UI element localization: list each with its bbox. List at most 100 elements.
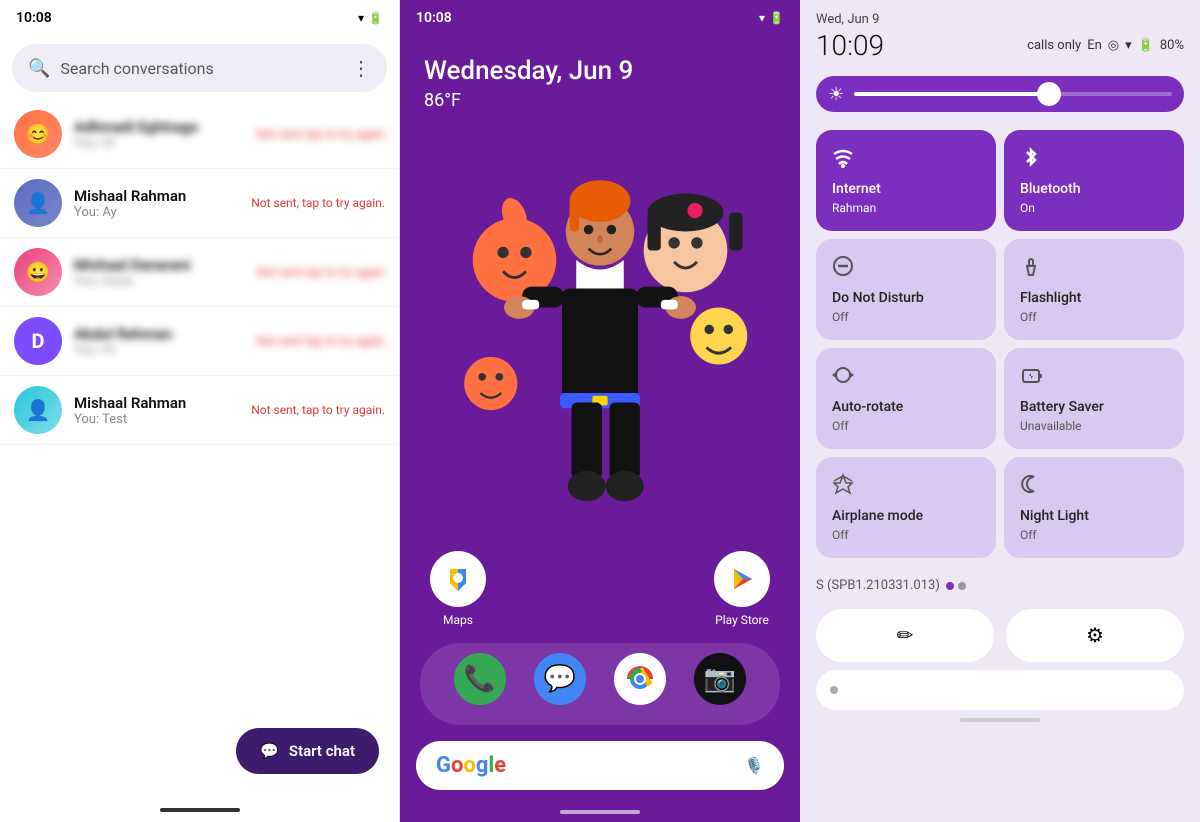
qs-tile-dnd[interactable]: Do Not Disturb Off <box>816 239 996 340</box>
chrome-icon-wrap[interactable] <box>614 653 666 705</box>
qs-calls-only: calls only <box>1027 38 1081 53</box>
home-date-widget: Wednesday, Jun 9 86°F <box>400 36 800 121</box>
conv-preview: You: Hi <box>74 343 245 358</box>
qs-page-dots <box>946 582 966 590</box>
tile-autorotate-name: Auto-rotate <box>832 399 980 415</box>
camera-icon: 📷 <box>704 664 736 694</box>
home-status-bar: 10:08 ▾ 🔋 <box>400 0 800 36</box>
qs-settings-button[interactable]: ⚙ <box>1006 609 1184 662</box>
google-mic-icon: 🎙️ <box>744 756 764 775</box>
conv-content: Adhmadi Eghtrago You: Hi <box>74 118 245 151</box>
list-item[interactable]: 👤 Mishaal Rahman You: Ay Not sent, tap t… <box>0 169 399 238</box>
tile-autorotate-status: Off <box>832 419 980 433</box>
qs-tile-autorotate[interactable]: Auto-rotate Off <box>816 348 996 449</box>
phone-icon-wrap[interactable]: 📞 <box>454 653 506 705</box>
conv-content: Abdul Rehman You: Hi <box>74 325 245 358</box>
messages-icon: 💬 <box>544 664 576 694</box>
conv-content: Mishaal Rahman You: Test <box>74 394 239 427</box>
qs-edit-button[interactable]: ✏ <box>816 609 994 662</box>
qs-date: Wed, Jun 9 <box>816 12 1184 27</box>
qs-time: 10:09 <box>816 29 884 62</box>
google-search-bar[interactable]: Google 🎙️ <box>416 741 784 790</box>
tile-bluetooth-name: Bluetooth <box>1020 181 1168 197</box>
google-logo: Google <box>436 753 506 778</box>
list-item[interactable]: 😀 Mishaal Danarani You: Done Not sent ta… <box>0 238 399 307</box>
qs-tile-nightlight[interactable]: Night Light Off <box>1004 457 1184 558</box>
search-placeholder-text: Search conversations <box>60 59 341 78</box>
more-options-icon[interactable]: ⋮ <box>351 56 371 80</box>
qs-wifi-icon: ▾ <box>1125 38 1132 53</box>
playstore-icon-wrap[interactable]: Play Store <box>714 551 770 627</box>
brightness-track <box>854 92 1172 96</box>
avatar: 😊 <box>14 110 62 158</box>
search-bar[interactable]: 🔍 Search conversations ⋮ <box>12 44 387 92</box>
qs-build-text: S (SPB1.210331.013) <box>816 578 940 593</box>
home-bottom-dock: 📞 💬 📷 <box>420 643 780 725</box>
nightlight-icon <box>1020 473 1168 500</box>
edit-icon: ✏ <box>897 623 914 648</box>
battery-icon: 🔋 <box>368 11 383 25</box>
home-top-dock: Maps Play Store <box>400 551 800 627</box>
maps-icon <box>430 551 486 607</box>
qs-dot-2 <box>958 582 966 590</box>
home-indicator <box>560 810 640 814</box>
playstore-label: Play Store <box>715 613 769 627</box>
chat-icon: 💬 <box>260 742 279 760</box>
qs-tile-bluetooth[interactable]: Bluetooth On <box>1004 130 1184 231</box>
messages-time: 10:08 <box>16 10 52 26</box>
tile-airplane-name: Airplane mode <box>832 508 980 524</box>
home-wifi-icon: ▾ <box>759 11 765 25</box>
chrome-icon <box>624 663 656 695</box>
brightness-thumb[interactable] <box>1037 82 1061 106</box>
start-chat-label: Start chat <box>289 742 355 760</box>
conv-meta: Not sent tap to try again <box>257 127 385 141</box>
qs-tile-internet[interactable]: Internet Rahman <box>816 130 996 231</box>
quicksettings-panel: Wed, Jun 9 10:09 calls only En ◎ ▾ 🔋 80%… <box>800 0 1200 822</box>
brightness-slider[interactable]: ☀ <box>816 76 1184 112</box>
conv-preview: You: Hi <box>74 136 245 151</box>
home-illustration <box>400 121 800 551</box>
messages-status-icons: ▾ 🔋 <box>358 11 383 25</box>
camera-icon-wrap[interactable]: 📷 <box>694 653 746 705</box>
maps-icon-wrap[interactable]: Maps <box>430 551 486 627</box>
messages-icon-wrap[interactable]: 💬 <box>534 653 586 705</box>
flashlight-icon <box>1020 255 1168 282</box>
tile-flashlight-status: Off <box>1020 310 1168 324</box>
battery-saver-icon <box>1020 364 1168 391</box>
conv-preview: You: Done <box>74 274 245 289</box>
tile-battery-saver-status: Unavailable <box>1020 419 1168 433</box>
dnd-icon <box>832 255 980 282</box>
home-date-text: Wednesday, Jun 9 <box>424 56 776 86</box>
tile-flashlight-name: Flashlight <box>1020 290 1168 306</box>
start-chat-button[interactable]: 💬 Start chat <box>236 728 379 774</box>
qs-tile-airplane[interactable]: Airplane mode Off <box>816 457 996 558</box>
conv-preview: You: Ay <box>74 205 239 220</box>
home-time: 10:08 <box>416 10 452 26</box>
conv-content: Mishaal Danarani You: Done <box>74 256 245 289</box>
messages-panel: 10:08 ▾ 🔋 🔍 Search conversations ⋮ 😊 Adh… <box>0 0 400 822</box>
avatar-face: 😀 <box>26 260 51 284</box>
qs-tile-flashlight[interactable]: Flashlight Off <box>1004 239 1184 340</box>
qs-nfc-icon: ◎ <box>1108 38 1119 53</box>
tile-airplane-status: Off <box>832 528 980 542</box>
tile-bluetooth-status: On <box>1020 201 1168 215</box>
avatar: 👤 <box>14 386 62 434</box>
bluetooth-icon <box>1020 146 1168 173</box>
tile-nightlight-status: Off <box>1020 528 1168 542</box>
tile-internet-name: Internet <box>832 181 980 197</box>
messages-status-bar: 10:08 ▾ 🔋 <box>0 0 399 36</box>
conv-error: Not sent tap to try again <box>257 334 385 348</box>
phone-icon: 📞 <box>464 664 496 694</box>
conv-name: Abdul Rehman <box>74 325 245 343</box>
conversation-list: 😊 Adhmadi Eghtrago You: Hi Not sent tap … <box>0 100 399 822</box>
qs-tile-battery-saver[interactable]: Battery Saver Unavailable <box>1004 348 1184 449</box>
list-item[interactable]: D Abdul Rehman You: Hi Not sent tap to t… <box>0 307 399 376</box>
home-status-icons: ▾ 🔋 <box>759 11 784 25</box>
playstore-icon <box>714 551 770 607</box>
conv-name: Mishaal Rahman <box>74 394 239 412</box>
internet-icon <box>832 146 980 173</box>
list-item[interactable]: 😊 Adhmadi Eghtrago You: Hi Not sent tap … <box>0 100 399 169</box>
maps-label: Maps <box>443 613 473 627</box>
brightness-fill <box>854 92 1061 96</box>
list-item[interactable]: 👤 Mishaal Rahman You: Test Not sent, tap… <box>0 376 399 445</box>
